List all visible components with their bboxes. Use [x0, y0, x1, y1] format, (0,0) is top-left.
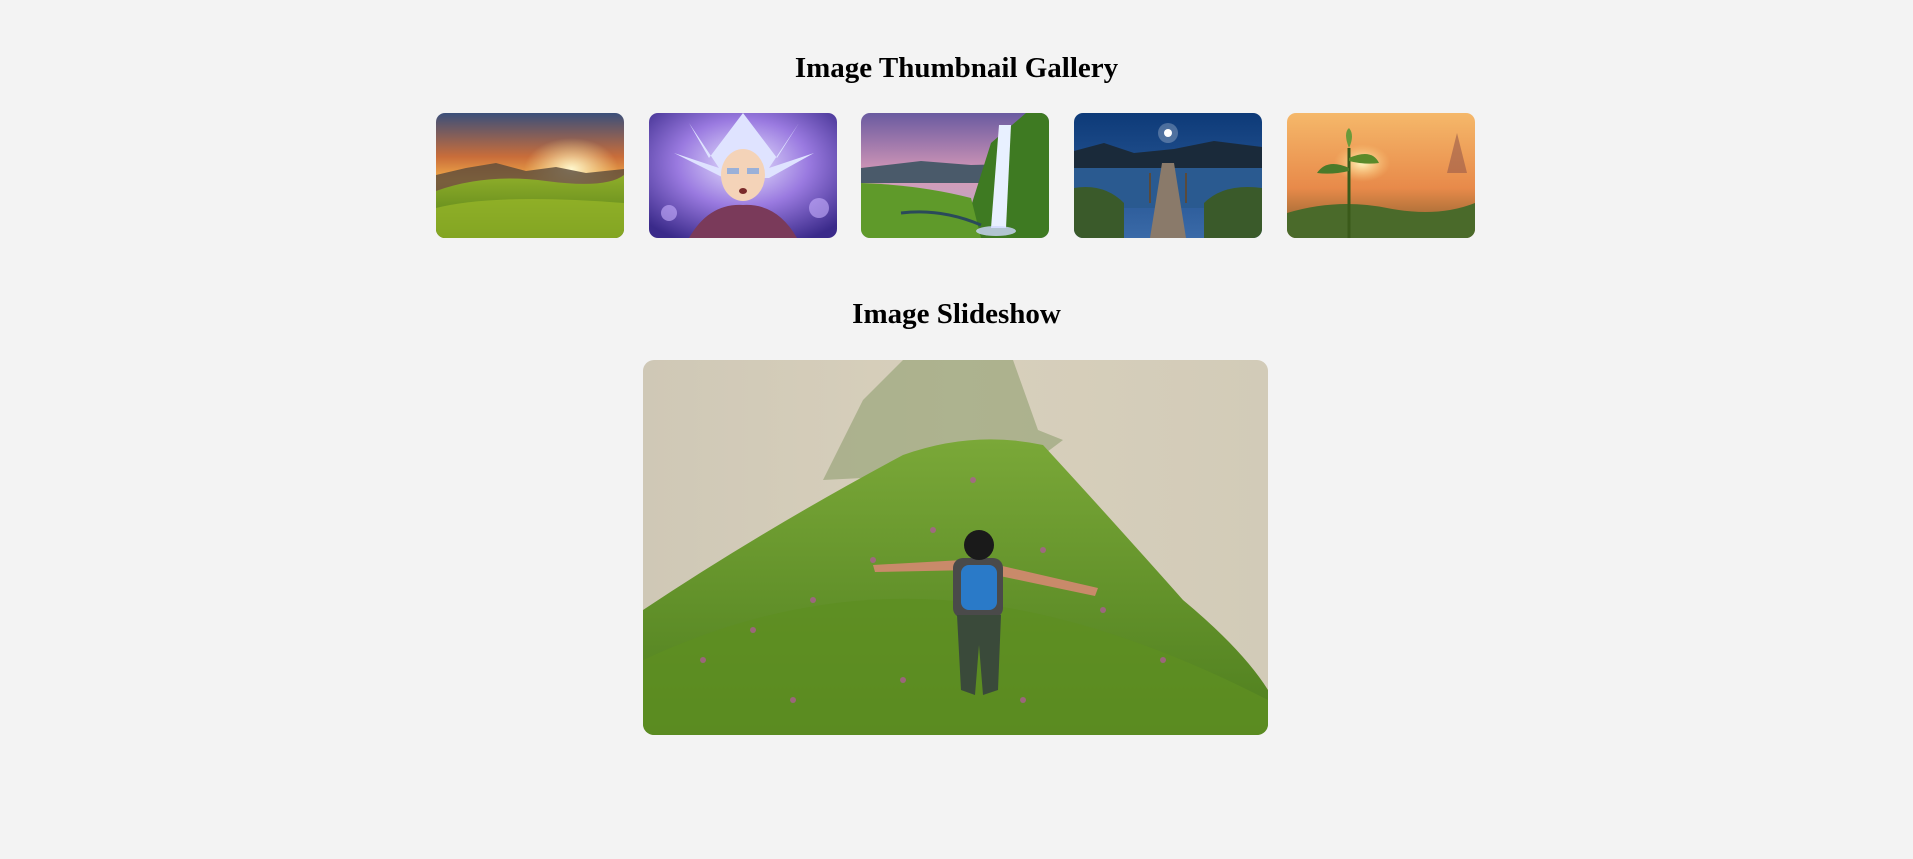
sunset-plant-image	[1287, 113, 1475, 238]
thumbnail-sunset-meadow[interactable]	[436, 113, 624, 238]
anime-character-image	[649, 113, 837, 238]
hiker-on-grassy-ridge-image	[643, 360, 1268, 735]
thumbnail-waterfall[interactable]	[861, 113, 1049, 238]
thumbnail-anime-character[interactable]	[649, 113, 837, 238]
thumbnail-sunset-plant[interactable]	[1287, 113, 1475, 238]
gallery-title: Image Thumbnail Gallery	[794, 52, 1119, 84]
sunset-meadow-image	[436, 113, 624, 238]
waterfall-image	[861, 113, 1049, 238]
lake-pier-night-image	[1074, 113, 1262, 238]
thumbnail-lake-pier[interactable]	[1074, 113, 1262, 238]
slideshow-title: Image Slideshow	[852, 298, 1061, 330]
slideshow-image-frame[interactable]	[643, 360, 1268, 735]
